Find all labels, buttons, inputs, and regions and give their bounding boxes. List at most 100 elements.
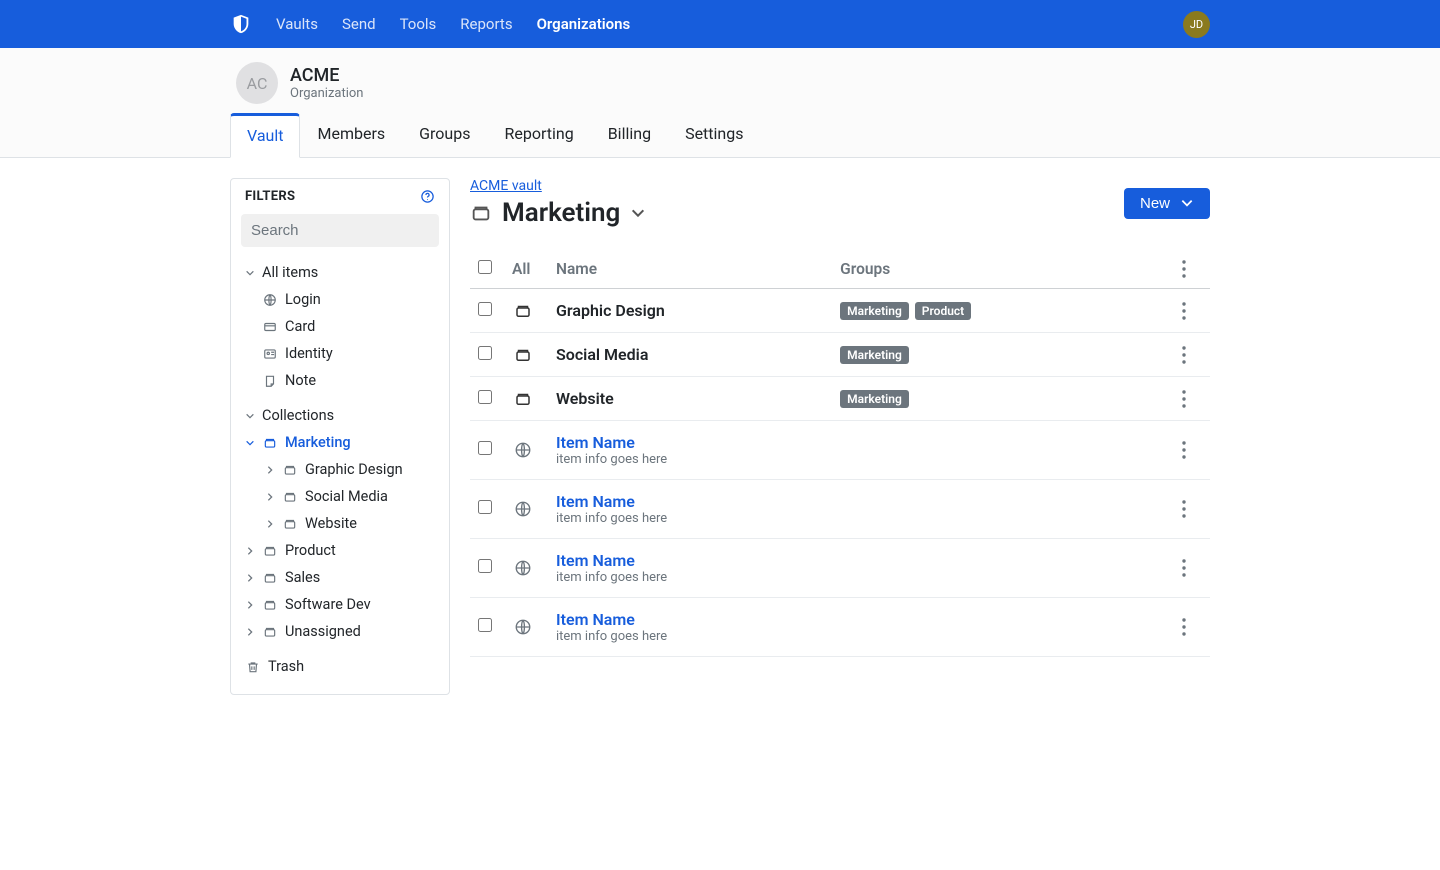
collection-icon [262,544,278,558]
row-options-icon[interactable] [1182,390,1202,408]
collection-icon [262,436,278,450]
globe-icon [504,539,548,598]
tab-groups[interactable]: Groups [402,113,487,158]
nav-organizations[interactable]: Organizations [537,15,631,33]
row-checkbox[interactable] [478,500,492,514]
row-checkbox[interactable] [478,441,492,455]
collection-icon [504,333,548,377]
collection-software-dev[interactable]: Software Dev [245,591,439,618]
table-row: Graphic DesignMarketingProduct [470,289,1210,333]
breadcrumb[interactable]: ACME vault [470,178,542,194]
chevron-right-icon [245,573,255,583]
filters-title: FILTERS [245,189,295,204]
card-icon [262,320,278,334]
filter-type-note[interactable]: Note [245,367,439,394]
row-title[interactable]: Item Name [556,433,824,452]
col-groups[interactable]: Groups [832,250,1174,289]
org-name: ACME [290,65,363,87]
org-avatar: AC [236,62,278,104]
identity-icon [262,347,278,361]
chevron-down-icon [245,438,255,448]
filter-type-identity[interactable]: Identity [245,340,439,367]
collection-social-media[interactable]: Social Media [245,483,439,510]
collection-product[interactable]: Product [245,537,439,564]
help-icon[interactable] [420,189,435,204]
group-chip: Marketing [840,302,909,320]
user-avatar[interactable]: JD [1183,11,1210,38]
new-button-label: New [1140,195,1170,212]
collection-icon [262,571,278,585]
globe-icon [504,598,548,657]
chevron-right-icon [265,465,275,475]
row-groups [832,480,1174,539]
row-title[interactable]: Item Name [556,492,824,511]
row-options-icon[interactable] [1182,618,1202,636]
new-button[interactable]: New [1124,188,1210,219]
filter-type-card[interactable]: Card [245,313,439,340]
logo-shield-icon [230,13,252,35]
globe-icon [504,480,548,539]
items-table: All Name Groups Graphic DesignMarketingP… [470,250,1210,657]
row-options-icon[interactable] [1182,500,1202,518]
filter-label: All items [262,264,318,281]
nav-reports[interactable]: Reports [460,15,512,33]
header-options-icon[interactable] [1182,260,1202,278]
row-options-icon[interactable] [1182,346,1202,364]
row-checkbox[interactable] [478,302,492,316]
org-header: AC ACME Organization Vault Members Group… [0,48,1440,158]
col-all[interactable]: All [504,250,548,289]
filter-type-login[interactable]: Login [245,286,439,313]
table-row: Item Nameitem info goes here [470,480,1210,539]
tab-billing[interactable]: Billing [591,113,668,158]
chevron-right-icon [245,600,255,610]
filter-label: Trash [268,658,304,675]
row-title[interactable]: Graphic Design [556,301,824,320]
row-groups: Marketing [832,333,1174,377]
table-row: Item Nameitem info goes here [470,598,1210,657]
row-title[interactable]: Item Name [556,551,824,570]
tab-settings[interactable]: Settings [668,113,760,158]
row-options-icon[interactable] [1182,441,1202,459]
filter-trash[interactable]: Trash [245,653,439,680]
row-options-icon[interactable] [1182,559,1202,577]
collection-unassigned[interactable]: Unassigned [245,618,439,645]
collection-icon [262,625,278,639]
row-checkbox[interactable] [478,346,492,360]
filter-label: Identity [285,345,333,362]
row-title[interactable]: Website [556,389,824,408]
search-input[interactable] [241,214,439,247]
collection-graphic-design[interactable]: Graphic Design [245,456,439,483]
col-name[interactable]: Name [548,250,832,289]
collection-icon [262,598,278,612]
row-subtitle: item info goes here [556,570,824,585]
nav-tools[interactable]: Tools [400,15,437,33]
collection-website[interactable]: Website [245,510,439,537]
collection-sales[interactable]: Sales [245,564,439,591]
trash-icon [245,660,261,674]
filter-collections-header[interactable]: Collections [245,402,439,429]
nav-vaults[interactable]: Vaults [276,15,318,33]
row-checkbox[interactable] [478,618,492,632]
filter-label: Note [285,372,316,389]
filter-label: Software Dev [285,596,371,613]
chevron-right-icon [245,546,255,556]
row-checkbox[interactable] [478,559,492,573]
tab-reporting[interactable]: Reporting [487,113,590,158]
collection-icon [282,463,298,477]
row-checkbox[interactable] [478,390,492,404]
select-all-checkbox[interactable] [478,260,492,274]
row-options-icon[interactable] [1182,302,1202,320]
row-subtitle: item info goes here [556,629,824,644]
row-title[interactable]: Social Media [556,345,824,364]
tab-members[interactable]: Members [300,113,402,158]
table-row: Item Nameitem info goes here [470,539,1210,598]
collection-icon [470,202,492,224]
tab-vault[interactable]: Vault [230,113,300,158]
globe-icon [262,293,278,307]
filter-all-items[interactable]: All items [245,259,439,286]
content-area: ACME vault Marketing New All Name Groups [470,178,1210,657]
row-title[interactable]: Item Name [556,610,824,629]
nav-send[interactable]: Send [342,15,376,33]
collection-marketing[interactable]: Marketing [245,429,439,456]
heading-dropdown-icon[interactable] [630,205,646,221]
